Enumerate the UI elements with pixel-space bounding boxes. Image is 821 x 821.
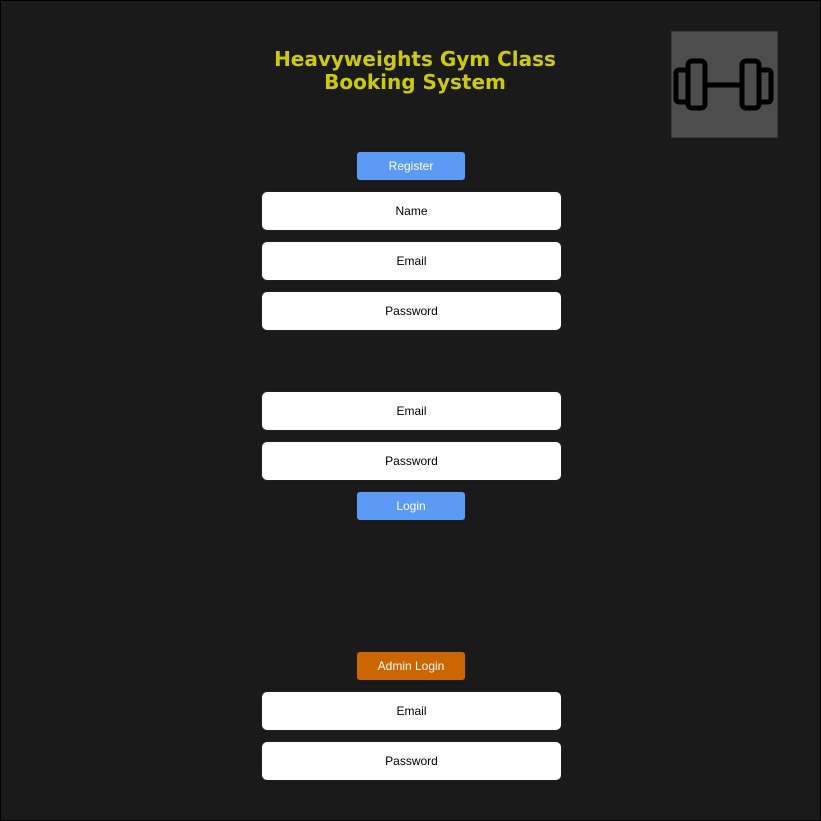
register-button[interactable]: Register	[356, 151, 466, 181]
admin-password-field[interactable]	[261, 741, 562, 781]
dumbbell-icon	[673, 58, 774, 111]
page-title-line-1: Heavyweights Gym Class	[274, 47, 556, 71]
logo	[671, 31, 778, 138]
admin-email-field[interactable]	[261, 691, 562, 731]
login-button[interactable]: Login	[356, 491, 466, 521]
page: Heavyweights Gym Class Booking System Re…	[0, 0, 821, 821]
login-password-field[interactable]	[261, 441, 562, 481]
register-password-field[interactable]	[261, 291, 562, 331]
admin-login-button[interactable]: Admin Login	[356, 651, 466, 681]
register-name-field[interactable]	[261, 191, 562, 231]
login-email-field[interactable]	[261, 391, 562, 431]
page-title: Heavyweights Gym Class Booking System	[231, 48, 599, 94]
register-email-field[interactable]	[261, 241, 562, 281]
page-title-line-2: Booking System	[324, 70, 506, 94]
